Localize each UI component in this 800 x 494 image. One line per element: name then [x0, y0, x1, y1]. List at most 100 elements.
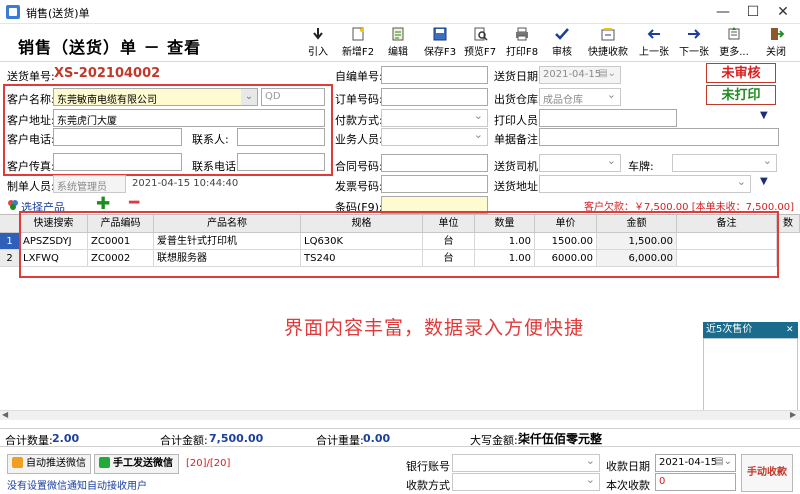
row-index[interactable]: 2 — [0, 250, 20, 267]
grid-highlight-frame — [19, 211, 779, 278]
customer-code-input[interactable]: QD — [261, 88, 325, 106]
window-title: 销售(送货)单 — [26, 7, 90, 20]
ship-addr-select[interactable] — [539, 175, 751, 193]
warehouse-label: 出货仓库: — [494, 93, 542, 106]
close-button[interactable]: 关闭 — [758, 27, 794, 58]
expand-triangle-icon[interactable]: ▼ — [760, 110, 768, 121]
grid-header[interactable]: 数 — [777, 215, 800, 233]
product-icon — [7, 199, 19, 211]
total-amount-label: 合计金额: — [160, 434, 208, 447]
order-code-input[interactable] — [381, 88, 488, 106]
delivery-date-label: 送货日期: — [494, 70, 542, 83]
arrow-left-icon — [646, 27, 662, 41]
invoice-input[interactable] — [381, 175, 488, 193]
order-code-label: 订单号码: — [335, 93, 383, 106]
more-button[interactable]: 更多... — [716, 27, 752, 58]
scroll-left-icon[interactable]: ◀ — [2, 410, 8, 419]
check-icon — [554, 27, 570, 41]
driver-select[interactable] — [539, 154, 621, 172]
remove-row-icon[interactable]: ━ — [129, 193, 139, 213]
app-icon — [6, 5, 20, 19]
payment-select[interactable] — [381, 109, 488, 127]
close-icon[interactable]: ✕ — [786, 325, 794, 335]
manual-wechat-button[interactable]: 手工发送微信 — [94, 454, 179, 474]
remark-input[interactable] — [539, 128, 779, 146]
pay-date-input[interactable]: 2021-04-15 ▤⌄ — [655, 454, 736, 472]
edit-icon — [390, 27, 406, 41]
total-amount: 7,500.00 — [209, 432, 264, 445]
sales-select[interactable] — [381, 128, 488, 146]
delivery-date-input[interactable]: 2021-04-15 ▤⌄ — [539, 66, 621, 84]
quick-pay-button[interactable]: 快捷收款 — [588, 27, 628, 58]
phone-input[interactable] — [53, 128, 182, 146]
pay-date-label: 收款日期 — [606, 460, 650, 473]
wechat-icon — [99, 457, 110, 468]
push-icon — [12, 457, 23, 468]
preview-button[interactable]: 预览F7 — [462, 27, 498, 58]
arrow-down-icon — [310, 27, 326, 41]
auto-wechat-button[interactable]: 自动推送微信 — [7, 454, 91, 474]
self-no-input[interactable] — [381, 66, 488, 84]
fax-input[interactable] — [53, 153, 182, 171]
print-button[interactable]: 打印F8 — [504, 27, 540, 58]
more-icon — [726, 27, 742, 41]
calendar-icon: ▤⌄ — [714, 456, 732, 467]
total-qty-label: 合计数量: — [5, 434, 53, 447]
close-window-button[interactable]: ✕ — [768, 2, 798, 22]
minimize-button[interactable]: — — [708, 2, 738, 22]
save-icon — [432, 27, 448, 41]
pay-icon — [600, 27, 616, 41]
total-weight-label: 合计重量: — [316, 434, 364, 447]
recent-price-panel-header[interactable]: 近5次售价 — [703, 322, 798, 338]
warehouse-select[interactable]: 成品仓库 — [539, 88, 621, 106]
phone-label: 客户电话: — [7, 133, 55, 146]
import-button[interactable]: 引入 — [300, 27, 336, 58]
payment-label: 付款方式: — [335, 114, 383, 127]
prev-button[interactable]: 上一张 — [636, 27, 672, 58]
arrow-right-icon — [686, 27, 702, 41]
contact-phone-input[interactable] — [237, 153, 325, 171]
expand-triangle-icon[interactable]: ▼ — [760, 176, 768, 187]
row-index[interactable]: 1 — [0, 233, 20, 250]
plate-label: 车牌: — [628, 160, 654, 173]
upper-amount-label: 大写金额: — [470, 434, 518, 447]
grid-h-scrollbar[interactable] — [0, 410, 800, 420]
scroll-right-icon[interactable]: ▶ — [790, 410, 796, 419]
ship-addr-label: 送货地址: — [494, 180, 542, 193]
total-weight: 0.00 — [363, 432, 391, 445]
unprinted-badge: 未打印 — [706, 85, 776, 105]
grid-header-corner — [0, 215, 20, 233]
contact-input[interactable] — [237, 128, 325, 146]
plate-select[interactable] — [672, 154, 777, 172]
address-label: 客户地址: — [7, 114, 55, 127]
recent-price-panel — [703, 338, 798, 414]
fax-label: 客户传真: — [7, 160, 55, 173]
next-button[interactable]: 下一张 — [676, 27, 712, 58]
wechat-notice-link[interactable]: 没有设置微信通知自动接收用户 — [7, 477, 147, 492]
this-pay-label: 本次收款 — [606, 479, 650, 492]
new-button[interactable]: 新增F2 — [340, 27, 376, 58]
bank-label: 银行账号 — [406, 460, 450, 473]
customer-input[interactable]: 东莞敏南电缆有限公司 ⌄ — [53, 88, 258, 106]
contact-label: 联系人: — [192, 133, 229, 146]
upper-amount: 柒仟伍佰零元整 — [518, 432, 603, 446]
method-label: 收款方式 — [406, 479, 450, 492]
order-no-value: XS-202104002 — [54, 66, 161, 81]
wechat-count: [20]/[20] — [186, 458, 231, 469]
maximize-button[interactable]: ☐ — [738, 2, 768, 22]
audit-button[interactable]: 审核 — [544, 27, 580, 58]
remark-label: 单据备注: — [494, 133, 542, 146]
totals-bar — [0, 428, 800, 447]
promo-text: 界面内容丰富，数据录入方便快捷 — [284, 317, 585, 339]
method-select[interactable] — [452, 473, 600, 491]
chevron-down-icon[interactable]: ⌄ — [241, 89, 257, 105]
driver-label: 送货司机: — [494, 160, 542, 173]
edit-button[interactable]: 编辑 — [380, 27, 416, 58]
bank-select[interactable] — [452, 454, 600, 472]
this-pay-input[interactable]: 0 — [655, 473, 736, 491]
address-input[interactable]: 东莞虎门大厦 — [53, 109, 325, 127]
save-button[interactable]: 保存F3 — [422, 27, 458, 58]
contract-input[interactable] — [381, 154, 488, 172]
manual-pay-button[interactable]: 手动收款 — [741, 454, 793, 492]
printer-input[interactable] — [539, 109, 677, 127]
